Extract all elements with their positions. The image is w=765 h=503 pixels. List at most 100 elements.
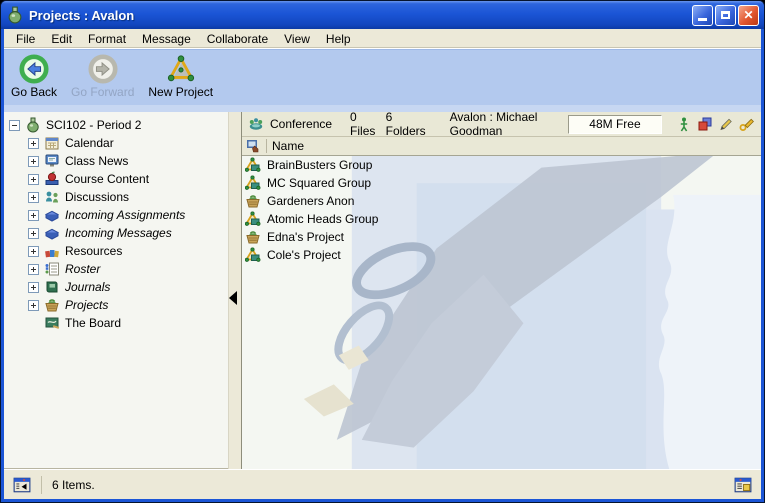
discussions-icon [44, 189, 60, 205]
tree-item-label: Projects [65, 298, 108, 312]
conference-bar: Conference 0 Files 6 Folders Avalon : Mi… [242, 112, 761, 137]
list-item-label: Atomic Heads Group [267, 212, 378, 226]
go-back-button[interactable]: Go Back [8, 53, 60, 100]
gold-pencil-permissions-icon[interactable] [739, 116, 755, 132]
menu-message[interactable]: Message [134, 30, 199, 48]
overlapping-windows-icon[interactable] [697, 116, 713, 132]
menu-edit[interactable]: Edit [43, 30, 80, 48]
journal-icon [44, 279, 60, 295]
list-item-atomic-heads[interactable]: Atomic Heads Group [242, 210, 761, 228]
menu-help[interactable]: Help [318, 30, 359, 48]
go-back-label: Go Back [11, 85, 57, 99]
name-header-label: Name [272, 139, 304, 153]
expand-box-icon[interactable] [28, 156, 39, 167]
go-forward-icon [88, 54, 118, 84]
flask-icon [25, 117, 41, 133]
minimize-button[interactable] [692, 5, 713, 26]
app-window: Projects : Avalon ✕ File Edit Format Mes… [0, 0, 765, 503]
collapse-box-icon[interactable] [9, 120, 20, 131]
name-column-header[interactable]: Name [242, 137, 761, 156]
list-item-label: MC Squared Group [267, 176, 371, 190]
tree-item-the-board[interactable]: The Board [4, 314, 228, 332]
expand-box-icon[interactable] [28, 210, 39, 221]
board-icon [44, 315, 60, 331]
expand-box-icon[interactable] [28, 282, 39, 293]
conference-owner: Avalon : Michael Goodman [450, 110, 562, 138]
tree-item-label: Journals [65, 280, 110, 294]
list-item-ednas-project[interactable]: Edna's Project [242, 228, 761, 246]
app-flask-icon [6, 6, 24, 24]
expand-box-icon[interactable] [28, 300, 39, 311]
incoming-icon [44, 225, 60, 241]
menu-collaborate[interactable]: Collaborate [199, 30, 276, 48]
close-button[interactable]: ✕ [738, 5, 759, 26]
basket-icon [44, 297, 60, 313]
pencil-icon[interactable] [718, 116, 734, 132]
new-project-button[interactable]: New Project [145, 53, 216, 100]
tree-item-incoming-messages[interactable]: Incoming Messages [4, 224, 228, 242]
tree-item-projects[interactable]: Projects [4, 296, 228, 314]
expand-box-icon[interactable] [28, 246, 39, 257]
calendar-icon [44, 135, 60, 151]
tree-item-class-news[interactable]: Class News [4, 152, 228, 170]
menu-file[interactable]: File [8, 30, 43, 48]
tree-item-label: Course Content [65, 172, 149, 186]
tree-item-calendar[interactable]: Calendar [4, 134, 228, 152]
project-triangle-icon [245, 247, 261, 263]
menu-bar: File Edit Format Message Collaborate Vie… [4, 29, 761, 49]
maximize-button[interactable] [715, 5, 736, 26]
expand-box-icon[interactable] [28, 228, 39, 239]
tree-item-course-content[interactable]: Course Content [4, 170, 228, 188]
folder-list: BrainBusters Group MC Squared Group Gard… [242, 156, 761, 469]
tree-item-journals[interactable]: Journals [4, 278, 228, 296]
tree-item-label: Incoming Messages [65, 226, 172, 240]
tree-item-label: Discussions [65, 190, 129, 204]
panel-splitter[interactable] [228, 112, 242, 469]
tree-item-label: Class News [65, 154, 128, 168]
list-item-brainbusters[interactable]: BrainBusters Group [242, 156, 761, 174]
tree-item-class[interactable]: SCI102 - Period 2 [4, 116, 228, 134]
minimize-icon [698, 18, 707, 21]
project-triangle-icon [245, 157, 261, 173]
expand-box-icon[interactable] [28, 174, 39, 185]
expand-box-icon[interactable] [28, 264, 39, 275]
project-basket-icon [245, 229, 261, 245]
news-icon [44, 153, 60, 169]
toolbar-divider [4, 105, 761, 112]
go-forward-label: Go Forward [71, 85, 134, 99]
expand-box-icon[interactable] [28, 138, 39, 149]
toolbar: Go Back Go Forward New Project [4, 49, 761, 105]
status-bar: 6 Items. [4, 469, 761, 499]
tree-item-roster[interactable]: Roster [4, 260, 228, 278]
tree-item-label: Roster [65, 262, 100, 276]
tree-item-discussions[interactable]: Discussions [4, 188, 228, 206]
window-title: Projects : Avalon [29, 8, 134, 23]
hide-tree-panel-icon[interactable] [13, 476, 31, 494]
go-back-icon [19, 54, 49, 84]
layout-toggle-icon[interactable] [734, 476, 752, 494]
list-item-label: Gardeners Anon [267, 194, 354, 208]
list-item-mc-squared[interactable]: MC Squared Group [242, 174, 761, 192]
tree-item-label: Resources [65, 244, 122, 258]
expand-box-icon[interactable] [28, 192, 39, 203]
header-divider [266, 139, 267, 153]
new-project-icon [166, 54, 196, 84]
go-forward-button: Go Forward [68, 53, 137, 100]
folders-count: 6 Folders [386, 110, 426, 138]
resources-icon [44, 243, 60, 259]
list-item-label: BrainBusters Group [267, 158, 372, 172]
menu-view[interactable]: View [276, 30, 318, 48]
list-item-label: Edna's Project [267, 230, 344, 244]
project-basket-icon [245, 193, 261, 209]
title-bar[interactable]: Projects : Avalon ✕ [1, 1, 764, 29]
tree-item-incoming-assignments[interactable]: Incoming Assignments [4, 206, 228, 224]
menu-format[interactable]: Format [80, 30, 134, 48]
list-item-gardeners[interactable]: Gardeners Anon [242, 192, 761, 210]
tree-item-resources[interactable]: Resources [4, 242, 228, 260]
files-count: 0 Files [350, 110, 378, 138]
project-triangle-icon [245, 211, 261, 227]
list-item-coles-project[interactable]: Cole's Project [242, 246, 761, 264]
collapse-arrow-icon[interactable] [229, 291, 237, 305]
conference-icon [248, 116, 264, 132]
presence-user-icon[interactable] [676, 116, 692, 132]
